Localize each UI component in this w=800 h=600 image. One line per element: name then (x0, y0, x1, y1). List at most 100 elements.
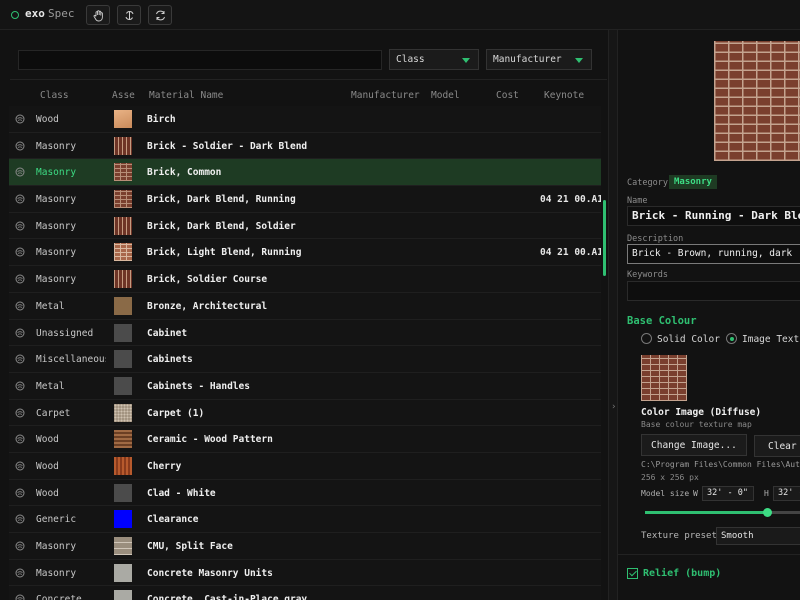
model-size-label: Model size (641, 489, 690, 498)
material-icon (15, 328, 25, 337)
image-texture-radio[interactable] (726, 333, 737, 344)
row-material-name: Brick - Soldier - Dark Blend (147, 140, 308, 152)
material-icon (15, 381, 25, 391)
refresh-button[interactable] (148, 5, 172, 25)
height-input[interactable]: 32' - 0" (773, 486, 800, 501)
row-material-name: Cabinet (147, 327, 188, 339)
search-input[interactable] (18, 50, 382, 70)
table-row[interactable]: Carpet Carpet (1) (9, 399, 601, 427)
logo-icon (11, 11, 19, 19)
solid-color-label[interactable]: Solid Color (657, 334, 720, 345)
column-header-model[interactable]: Model (431, 90, 460, 101)
category-badge[interactable]: Masonry (669, 175, 717, 189)
table-row[interactable]: Masonry Brick - Soldier - Dark Blend (9, 132, 601, 160)
asset-swatch (114, 136, 132, 155)
column-header-manufacturer[interactable]: Manufacturer (351, 90, 420, 101)
link-button[interactable] (117, 5, 141, 25)
row-class: Masonry (36, 140, 77, 152)
table-row[interactable]: Wood Birch (9, 106, 601, 133)
material-detail-pane: Category Masonry Name Brick - Running - … (618, 30, 800, 600)
material-icon (15, 461, 25, 471)
material-icon (15, 354, 25, 364)
table-row[interactable]: Unassigned Cabinet (9, 319, 601, 347)
hand-icon (93, 10, 103, 22)
app-logo: exo (25, 7, 45, 20)
keywords-field[interactable] (627, 281, 800, 301)
clear-button[interactable]: Clear (754, 435, 800, 457)
row-material-name: Bronze, Architectural (147, 300, 268, 312)
chevron-right-icon[interactable]: › (611, 402, 616, 412)
slider-handle[interactable] (762, 508, 772, 517)
name-field[interactable]: Brick - Running - Dark Blend (627, 206, 800, 226)
row-class: Masonry (36, 274, 77, 286)
table-row[interactable]: Wood Ceramic - Wood Pattern (9, 426, 601, 453)
table-row[interactable]: Metal Bronze, Architectural (9, 292, 601, 320)
texture-preset-dropdown[interactable]: Smooth (716, 527, 800, 545)
scrollbar[interactable] (603, 200, 606, 276)
category-label: Category (627, 178, 668, 188)
table-row[interactable]: Masonry Brick, Common (9, 159, 601, 187)
table-row[interactable]: Wood Clad - White (9, 479, 601, 507)
material-icon (15, 167, 25, 177)
image-texture-label[interactable]: Image Texture (742, 334, 800, 345)
row-class: Masonry (36, 194, 77, 206)
column-header-cost[interactable]: Cost (496, 90, 519, 101)
pane-splitter[interactable]: › (608, 30, 618, 600)
row-material-name: Birch (147, 114, 176, 125)
material-icon (15, 114, 25, 124)
link-icon (125, 11, 134, 20)
materials-table: Wood Birch Masonry Brick - Soldier - Dark B… (9, 106, 601, 600)
table-row[interactable]: Concrete Concrete, Cast-in-Place gray (9, 586, 601, 600)
row-material-name: Brick, Dark Blend, Running (147, 194, 296, 206)
relief-checkbox[interactable] (627, 568, 638, 579)
row-class: Metal (36, 300, 65, 312)
table-row[interactable]: Miscellaneous Cabinets (9, 346, 601, 373)
table-row[interactable]: Generic Clearance (9, 506, 601, 533)
table-row[interactable]: Masonry Brick, Soldier Course (9, 266, 601, 293)
asset-swatch (114, 216, 132, 235)
material-icon (15, 594, 25, 600)
class-filter-label: Class (396, 54, 425, 65)
table-row[interactable]: Masonry Concrete Masonry Units (9, 559, 601, 587)
refresh-icon (156, 10, 165, 21)
column-header-asset[interactable]: Asse (112, 90, 135, 101)
app-subtitle: Spec (48, 7, 75, 20)
materials-list-pane: Class Manufacturer Class Asse Material N… (0, 30, 608, 600)
table-row[interactable]: Masonry CMU, Split Face (9, 533, 601, 560)
table-row[interactable]: Metal Cabinets - Handles (9, 372, 601, 400)
column-header-keynote[interactable]: Keynote (544, 90, 584, 101)
asset-swatch (114, 483, 132, 502)
row-class: Wood (36, 460, 59, 472)
column-header-material-name[interactable]: Material Name (149, 90, 223, 101)
change-image-button[interactable]: Change Image... (641, 434, 747, 456)
table-row[interactable]: Masonry Brick, Light Blend, Running 04 21 … (9, 239, 601, 267)
table-row[interactable]: Masonry Brick, Dark Blend, Soldier (9, 212, 601, 240)
material-preview-image (714, 41, 800, 161)
manufacturer-filter-dropdown[interactable]: Manufacturer (486, 49, 592, 70)
color-image-thumbnail[interactable] (641, 355, 687, 401)
hand-tool-button[interactable] (86, 5, 110, 25)
table-row[interactable]: Wood Cherry (9, 452, 601, 480)
class-filter-dropdown[interactable]: Class (389, 49, 479, 70)
asset-swatch (114, 350, 132, 369)
texture-scale-slider[interactable] (645, 508, 800, 517)
material-icon (15, 141, 25, 151)
row-material-name: Brick, Dark Blend, Soldier (147, 220, 296, 232)
asset-swatch (114, 430, 132, 449)
row-class: Unassigned (36, 327, 94, 339)
row-class: Metal (36, 380, 65, 392)
base-colour-title: Base Colour (627, 315, 697, 327)
divider (618, 554, 800, 555)
material-icon (15, 301, 25, 311)
description-field[interactable]: Brick - Brown, running, dark (627, 244, 800, 264)
width-input[interactable]: 32' - 0" (702, 486, 754, 501)
row-class: Masonry (36, 247, 77, 259)
table-row[interactable]: Masonry Brick, Dark Blend, Running 04 21 0… (9, 186, 601, 213)
asset-swatch (114, 590, 132, 600)
column-header-class[interactable]: Class (40, 90, 69, 101)
solid-color-radio[interactable] (641, 333, 652, 344)
relief-label[interactable]: Relief (bump) (643, 568, 721, 579)
chevron-down-icon (575, 58, 583, 63)
material-icon (15, 247, 25, 257)
width-label: W (693, 489, 698, 498)
